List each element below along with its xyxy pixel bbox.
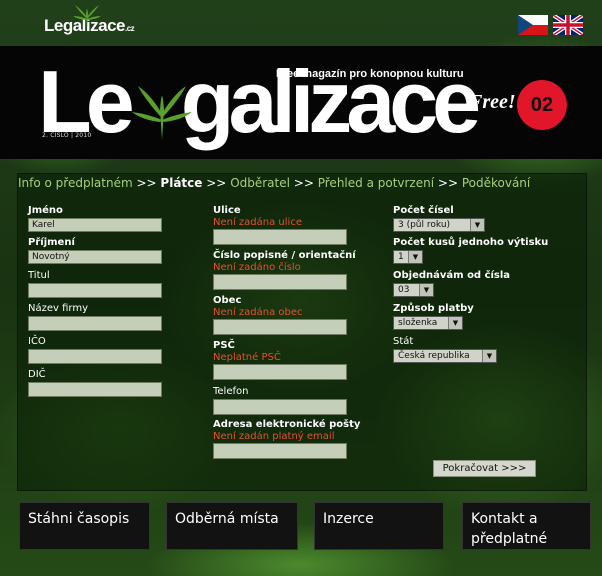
free-label: Free! — [469, 91, 516, 113]
ico-label: IČO — [28, 336, 46, 347]
email-field: Adresa elektronické pošty Není zadán pla… — [213, 419, 360, 459]
prijmeni-label: Příjmení — [28, 237, 75, 248]
obec-label: Obec — [213, 295, 242, 306]
psc-label: PSČ — [213, 340, 235, 351]
od-cisla-field: Objednávám od čísla 03 ▼ — [393, 270, 510, 301]
step-separator: >> — [293, 176, 314, 190]
titul-input[interactable] — [28, 283, 162, 298]
step-odberatel[interactable]: Odběratel — [230, 176, 290, 190]
chevron-down-icon: ▼ — [448, 317, 462, 329]
uk-flag-icon[interactable] — [553, 15, 583, 35]
titul-field: Titul — [28, 270, 162, 298]
ico-field: IČO — [28, 336, 162, 364]
tagline: Free magazín pro konopnou kulturu — [276, 68, 464, 80]
dic-input[interactable] — [28, 382, 162, 397]
jmeno-input[interactable]: Karel — [28, 218, 162, 232]
stat-value: Česká republika — [398, 351, 470, 361]
masthead: Le galizace Free magazín pro konopnou kul… — [0, 46, 602, 159]
cislo-error: Není zadáno číslo — [213, 262, 301, 273]
top-bar: Legalizace.cz — [0, 0, 602, 46]
cislo-input[interactable] — [213, 274, 347, 290]
platba-label: Způsob platby — [393, 303, 474, 314]
nav-contact-label-1: Kontakt a — [471, 511, 538, 527]
nav-contact-subscription[interactable]: Kontakt a předplatné — [462, 502, 591, 550]
pocet-kusu-label: Počet kusů jednoho výtisku — [393, 237, 549, 248]
pocet-cisel-value: 3 (půl roku) — [398, 220, 451, 230]
step-info[interactable]: Info o předplatném — [18, 176, 133, 190]
issue-number-badge: 02 — [517, 80, 567, 130]
telefon-field: Telefon — [213, 386, 347, 415]
email-input[interactable] — [213, 443, 347, 459]
pocet-cisel-label: Počet čísel — [393, 205, 454, 216]
pocet-cisel-field: Počet čísel 3 (půl roku) ▼ — [393, 205, 485, 236]
nav-advertising-label: Inzerce — [323, 511, 374, 527]
stat-select[interactable]: Česká republika ▼ — [393, 349, 497, 363]
step-platce: Plátce — [160, 176, 203, 190]
od-cisla-label: Objednávám od čísla — [393, 270, 511, 281]
pocet-kusu-field: Počet kusů jednoho výtisku 1 ▼ — [393, 237, 548, 268]
prijmeni-field: Příjmení Novotný — [28, 237, 162, 264]
jmeno-field: Jméno Karel — [28, 205, 162, 232]
telefon-label: Telefon — [213, 386, 249, 397]
firma-field: Název firmy — [28, 303, 162, 331]
dic-field: DIČ — [28, 369, 162, 397]
prijmeni-input[interactable]: Novotný — [28, 250, 162, 264]
email-error: Není zadán platný email — [213, 431, 335, 442]
pocet-cisel-select[interactable]: 3 (půl roku) ▼ — [393, 218, 485, 232]
step-separator: >> — [136, 176, 157, 190]
platba-select[interactable]: složenka ▼ — [393, 316, 463, 330]
czech-flag-icon[interactable] — [518, 15, 548, 35]
stat-label: Stát — [393, 336, 414, 347]
dic-label: DIČ — [28, 369, 46, 380]
step-separator: >> — [437, 176, 458, 190]
ulice-label: Ulice — [213, 205, 241, 216]
issue-line: 2. ČÍSLO | 2010 — [42, 132, 92, 139]
nav-distribution-label: Odběrná místa — [175, 511, 279, 527]
psc-error: Neplatné PSČ — [213, 352, 281, 363]
ulice-error: Není zadána ulice — [213, 217, 302, 228]
pocet-kusu-select[interactable]: 1 ▼ — [393, 250, 423, 264]
step-prehled[interactable]: Přehled a potvrzení — [318, 176, 434, 190]
step-separator: >> — [206, 176, 227, 190]
chevron-down-icon: ▼ — [408, 251, 422, 263]
chevron-down-icon: ▼ — [419, 284, 433, 296]
stat-field: Stát Česká republika ▼ — [393, 336, 497, 367]
step-podekovani[interactable]: Poděkování — [462, 176, 530, 190]
platba-value: složenka — [398, 318, 438, 328]
ulice-field: Ulice Není zadána ulice — [213, 205, 347, 245]
logo-suffix: .cz — [125, 24, 135, 33]
jmeno-label: Jméno — [28, 205, 63, 216]
titul-label: Titul — [28, 270, 50, 281]
ico-input[interactable] — [28, 349, 162, 364]
email-label: Adresa elektronické pošty — [213, 419, 361, 430]
od-cisla-value: 03 — [398, 285, 410, 295]
obec-field: Obec Není zadána obec — [213, 295, 347, 335]
obec-error: Není zadána obec — [213, 307, 303, 318]
nav-download-magazine[interactable]: Stáhni časopis — [19, 502, 150, 550]
cannabis-leaf-icon — [73, 5, 101, 28]
psc-field: PSČ Neplatné PSČ — [213, 340, 347, 380]
pocet-kusu-value: 1 — [398, 252, 404, 262]
cislo-field: Číslo popisné / orientační Není zadáno č… — [213, 250, 356, 290]
obec-input[interactable] — [213, 319, 347, 335]
telefon-input[interactable] — [213, 399, 347, 415]
nav-download-label: Stáhni časopis — [28, 511, 130, 527]
psc-input[interactable] — [213, 364, 347, 380]
cislo-label: Číslo popisné / orientační — [213, 250, 356, 261]
chevron-down-icon: ▼ — [482, 350, 496, 362]
ulice-input[interactable] — [213, 229, 347, 245]
firma-input[interactable] — [28, 316, 162, 331]
chevron-down-icon: ▼ — [470, 219, 484, 231]
nav-advertising[interactable]: Inzerce — [314, 502, 444, 550]
nav-distribution-points[interactable]: Odběrná místa — [166, 502, 298, 550]
cannabis-leaf-logo-icon — [132, 86, 192, 140]
od-cisla-select[interactable]: 03 ▼ — [393, 283, 434, 297]
breadcrumb: Info o předplatném >> Plátce >> Odběrate… — [18, 176, 530, 190]
continue-button[interactable]: Pokračovat >>> — [433, 460, 536, 477]
platba-field: Způsob platby složenka ▼ — [393, 303, 474, 334]
nav-contact-label-2: předplatné — [471, 531, 548, 547]
firma-label: Název firmy — [28, 303, 88, 314]
